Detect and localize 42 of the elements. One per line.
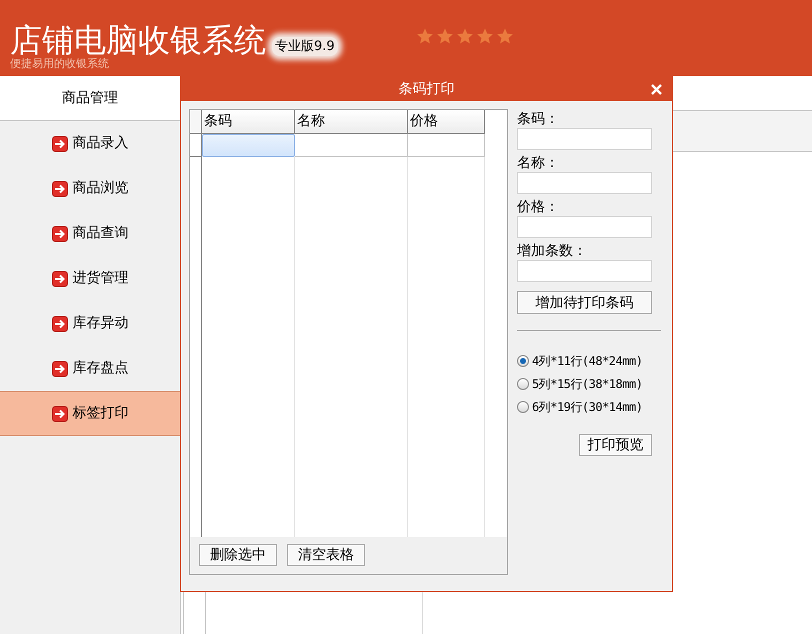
sidebar-item[interactable]: 进货管理	[0, 256, 180, 301]
star-icon	[496, 27, 514, 45]
field-label: 价格：	[517, 198, 560, 216]
column-header[interactable]: 条码	[202, 110, 295, 134]
table-cell[interactable]	[202, 134, 295, 157]
star-icon	[416, 27, 434, 45]
table-cell[interactable]	[295, 134, 408, 157]
sidebar-item[interactable]: 库存盘点	[0, 346, 180, 391]
layout-radio[interactable]: 6列*19行(30*14mm)	[517, 397, 661, 417]
print-preview-button[interactable]: 打印预览	[579, 434, 652, 456]
star-icon	[436, 27, 454, 45]
input-field[interactable]	[517, 128, 652, 150]
radio-icon[interactable]	[517, 355, 529, 367]
sidebar-item[interactable]: 标签打印	[0, 391, 180, 436]
layout-radio[interactable]: 5列*15行(38*18mm)	[517, 374, 661, 394]
table-cell[interactable]	[408, 134, 485, 157]
app-subtitle: 便捷易用的收银系统	[10, 58, 110, 70]
add-barcode-button[interactable]: 增加待打印条码	[517, 291, 652, 314]
star-icon	[456, 27, 474, 45]
star-icon	[476, 27, 494, 45]
table-action-button[interactable]: 删除选中	[199, 544, 277, 566]
input-field[interactable]	[517, 172, 652, 194]
edition-label: 专业版9.9	[272, 36, 338, 56]
field-label: 条码：	[517, 110, 560, 128]
radio-icon[interactable]	[517, 401, 529, 413]
input-field[interactable]	[517, 216, 652, 238]
table-action-button[interactable]: 清空表格	[287, 544, 365, 566]
field-label: 名称：	[517, 154, 560, 172]
dialog-title: 条码打印	[398, 80, 454, 98]
sidebar-item[interactable]: 商品录入	[0, 121, 180, 166]
sidebar-item[interactable]: 商品查询	[0, 211, 180, 256]
sidebar-item[interactable]: 商品浏览	[0, 166, 180, 211]
layout-radio[interactable]: 4列*11行(48*24mm)	[517, 351, 661, 371]
radio-icon[interactable]	[517, 378, 529, 390]
sidebar-item[interactable]: 库存异动	[0, 301, 180, 346]
close-icon[interactable]	[651, 84, 662, 95]
input-field[interactable]	[517, 260, 652, 282]
app-title: 店铺电脑收银系统	[10, 22, 266, 58]
field-label: 增加条数：	[517, 242, 588, 260]
column-header[interactable]: 名称	[295, 110, 408, 134]
sidebar-tab[interactable]: 商品管理	[0, 76, 180, 121]
column-header[interactable]: 价格	[408, 110, 485, 134]
